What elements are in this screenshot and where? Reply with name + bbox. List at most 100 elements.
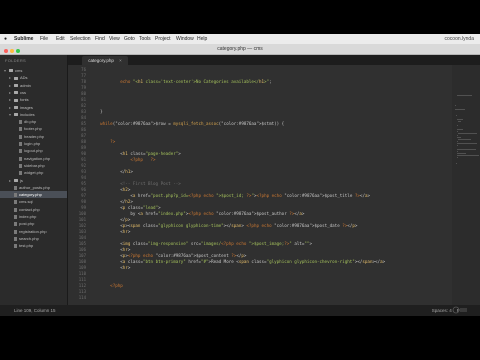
menu-window[interactable]: Window	[176, 34, 194, 44]
folder-icon	[9, 69, 13, 73]
code-line: </h1>	[90, 169, 133, 174]
sidebar-item-label: sidebar.php	[24, 162, 45, 168]
sidebar-item-search-php[interactable]: search.php	[0, 235, 67, 242]
minimap-stroke	[457, 137, 461, 138]
apple-menu-icon[interactable]: ●	[4, 34, 7, 44]
sidebar-item-label: test.php	[19, 243, 34, 249]
minimap-stroke	[456, 115, 457, 116]
folder-sidebar: FOLDERS ▾ cms ▸ ADs ▸ admin ▸ css ▸ fonts ▸ images ▾…	[0, 55, 68, 305]
zoom-window-icon[interactable]	[16, 49, 20, 53]
sidebar-item-widget-php[interactable]: widget.php	[0, 169, 67, 176]
minimap-stroke	[458, 121, 461, 122]
close-window-icon[interactable]	[4, 49, 8, 53]
sidebar-item-index-php[interactable]: index.php	[0, 213, 67, 220]
sidebar-item-cms-sql[interactable]: cms.sql	[0, 198, 67, 205]
code-line: <a class="btn btn-primary" href="#">Read…	[90, 259, 386, 264]
title-bar: category.php — cms	[0, 44, 480, 55]
sidebar-item-test-php[interactable]: test.php	[0, 242, 67, 249]
line-number: 114	[78, 295, 86, 300]
minimap-stroke	[457, 149, 476, 150]
sidebar-item-label: widget.php	[24, 170, 44, 176]
code-line: <?php ?>	[130, 157, 156, 162]
menu-goto[interactable]: Goto	[124, 34, 135, 44]
indentation-setting[interactable]: Spaces: 4	[432, 308, 452, 313]
minimap-stroke	[457, 157, 458, 158]
sidebar-item-contact-php[interactable]: contact.php	[0, 206, 67, 213]
sidebar-item-label: includes	[20, 111, 35, 117]
code-line: <?php	[110, 283, 123, 288]
folder-icon	[14, 76, 18, 80]
sidebar-item-label: registration.php	[19, 228, 47, 234]
video-frame: ● Sublime File Edit Selection Find View …	[0, 0, 480, 360]
sidebar-item-sidebar-php[interactable]: sidebar.php	[0, 162, 67, 169]
file-icon	[19, 120, 22, 125]
sidebar-item-admin[interactable]: ▸ admin	[0, 82, 67, 89]
minimap-stroke	[457, 145, 458, 146]
minimap-stroke	[457, 125, 459, 126]
file-icon	[19, 127, 22, 132]
sidebar-item-label: footer.php	[24, 126, 42, 132]
sidebar-item-ads[interactable]: ▸ ADs	[0, 74, 67, 81]
sidebar-item-label: db.php	[24, 119, 37, 125]
code-editor[interactable]: echo "<h1 class='text-center'>No Categor…	[90, 65, 452, 305]
sidebar-item-label: ADs	[20, 75, 28, 81]
minimap-stroke	[458, 133, 478, 134]
minimap-stroke	[457, 141, 458, 142]
minimize-window-icon[interactable]	[10, 49, 14, 53]
sidebar-item-footer-php[interactable]: footer.php	[0, 125, 67, 132]
tab-label: category.php	[88, 58, 114, 63]
menu-help[interactable]: Help	[197, 34, 207, 44]
sidebar-item-post-php[interactable]: post.php	[0, 220, 67, 227]
code-line: while("color:#9876aa">$row = mysqli_fetc…	[100, 121, 285, 126]
folder-icon	[14, 91, 18, 95]
sidebar-item-label: header.php	[24, 133, 45, 139]
minimap[interactable]	[452, 65, 480, 305]
sidebar-item-js[interactable]: ▸ js	[0, 177, 67, 184]
sidebar-item-navigation-php[interactable]: navigation.php	[0, 155, 67, 162]
sidebar-item-header-php[interactable]: header.php	[0, 133, 67, 140]
sidebar-item-label: logout.php	[24, 148, 43, 154]
sidebar-item-author-posts-php[interactable]: author_posts.php	[0, 184, 67, 191]
menu-tools[interactable]: Tools	[139, 34, 151, 44]
menubar-status: cocoon.lynda	[444, 36, 474, 42]
sidebar-item-db-php[interactable]: db.php	[0, 118, 67, 125]
tab-category-php[interactable]: category.php ×	[82, 56, 128, 65]
menu-selection[interactable]: Selection	[70, 34, 91, 44]
menu-find[interactable]: Find	[95, 34, 105, 44]
sidebar-item-label: css	[20, 89, 26, 95]
sidebar-item-logout-php[interactable]: logout.php	[0, 147, 67, 154]
minimap-stroke	[457, 131, 458, 132]
sidebar-item-cms[interactable]: ▾ cms	[0, 67, 67, 74]
file-icon	[19, 171, 22, 176]
sidebar-item-images[interactable]: ▸ images	[0, 104, 67, 111]
sidebar-item-fonts[interactable]: ▸ fonts	[0, 96, 67, 103]
sidebar-item-label: fonts	[20, 97, 29, 103]
status-bar: Line 109, Column 15 Spaces: 4 PHP	[0, 305, 480, 316]
sidebar-item-category-php[interactable]: category.php	[0, 191, 67, 199]
sidebar-item-label: contact.php	[19, 206, 40, 212]
line-number-gutter: 76 77 78 79 80 81 82 83 84 85 86 87 88 89 90 91 92 93 94 95…	[68, 65, 90, 305]
minimap-stroke	[457, 155, 479, 156]
file-icon	[14, 236, 17, 241]
menu-file[interactable]: File	[40, 34, 48, 44]
file-icon	[19, 134, 22, 139]
tab-close-icon[interactable]: ×	[119, 58, 122, 63]
file-icon	[14, 200, 17, 205]
sidebar-item-label: admin	[20, 82, 31, 88]
menu-app[interactable]: Sublime	[14, 34, 33, 44]
file-icon	[14, 222, 17, 227]
menu-edit[interactable]: Edit	[56, 34, 65, 44]
sidebar-item-registration-php[interactable]: registration.php	[0, 228, 67, 235]
minimap-stroke	[457, 95, 472, 96]
minimap-stroke	[457, 153, 466, 154]
sidebar-item-login-php[interactable]: login.php	[0, 140, 67, 147]
sidebar-item-label: cms	[15, 68, 23, 73]
menu-project[interactable]: Project	[155, 34, 171, 44]
sidebar-item-includes[interactable]: ▾ includes	[0, 111, 67, 118]
tab-bar: category.php ×	[68, 55, 480, 65]
menu-view[interactable]: View	[109, 34, 120, 44]
sidebar-item-css[interactable]: ▸ css	[0, 89, 67, 96]
folder-icon	[14, 178, 18, 182]
file-icon	[19, 149, 22, 154]
sidebar-item-label: images	[20, 104, 33, 110]
